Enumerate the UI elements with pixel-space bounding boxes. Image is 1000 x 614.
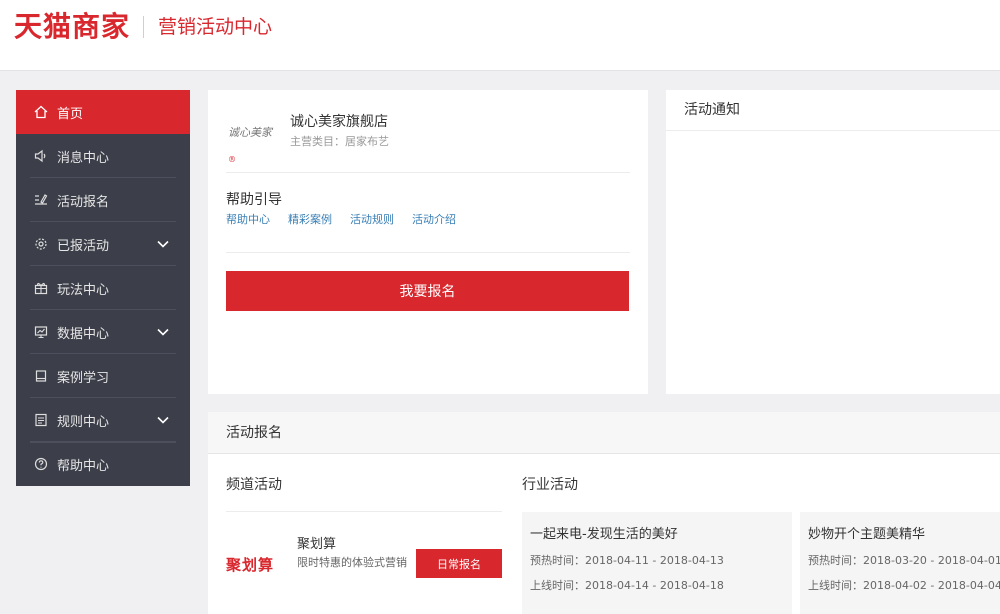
help-link-cases[interactable]: 精彩案例 <box>288 211 332 227</box>
sidebar-item-label: 玩法中心 <box>57 282 110 298</box>
sidebar-item-label: 首页 <box>57 106 84 122</box>
sidebar-item-data-center[interactable]: 数据中心 <box>16 310 190 354</box>
sidebar-item-label: 消息中心 <box>57 150 110 166</box>
channel-description: 限时特惠的体验式营销 <box>297 556 407 569</box>
divider <box>226 172 630 173</box>
header-divider <box>143 16 144 38</box>
chevron-down-icon[interactable] <box>156 413 170 427</box>
online-time: 上线时间：2018-04-14 - 2018-04-18 <box>530 579 724 592</box>
notice-panel: 活动通知 <box>666 90 1000 394</box>
sidebar-item-label: 已报活动 <box>57 238 110 254</box>
juhuasuan-logo: 聚划算 <box>226 556 275 574</box>
sidebar-item-label: 数据中心 <box>57 326 110 342</box>
activity-section: 频道活动 聚划算 聚划算 限时特惠的体验式营销 日常报名 行业活动 一起来电-发… <box>208 454 1000 614</box>
store-category: 主营类目：居家布艺 <box>290 135 389 148</box>
help-guide-title: 帮助引导 <box>226 192 282 208</box>
sidebar-item-help-center[interactable]: 帮助中心 <box>16 442 190 486</box>
store-logo-text: 诚心美家 <box>228 126 272 139</box>
question-icon <box>33 456 49 472</box>
sidebar-item-activity-signup[interactable]: 活动报名 <box>16 178 190 222</box>
preheat-time: 预热时间：2018-03-20 - 2018-04-01 <box>808 554 1000 567</box>
signup-button[interactable]: 我要报名 <box>226 271 629 311</box>
book-icon <box>33 368 49 384</box>
gear-icon <box>33 236 49 252</box>
channel-activities-title: 频道活动 <box>226 477 282 493</box>
industry-activities-title: 行业活动 <box>522 477 578 493</box>
help-link-help-center[interactable]: 帮助中心 <box>226 211 270 227</box>
divider <box>226 511 502 512</box>
document-icon <box>33 412 49 428</box>
activity-section-title: 活动报名 <box>208 412 1000 454</box>
sidebar-divider <box>30 442 176 443</box>
monitor-icon <box>33 324 49 340</box>
sidebar-item-home[interactable]: 首页 <box>16 90 190 134</box>
tmall-merchant-logo[interactable]: 天猫商家 <box>14 10 130 44</box>
store-name: 诚心美家旗舰店 <box>290 114 388 130</box>
home-icon <box>33 104 49 120</box>
sidebar-item-label: 规则中心 <box>57 414 110 430</box>
sidebar-item-label: 帮助中心 <box>57 458 110 474</box>
sidebar-item-rules-center[interactable]: 规则中心 <box>16 398 190 442</box>
sidebar-item-case-study[interactable]: 案例学习 <box>16 354 190 398</box>
chevron-down-icon[interactable] <box>156 237 170 251</box>
sidebar-item-label: 活动报名 <box>57 194 110 210</box>
sidebar-item-gameplay-center[interactable]: 玩法中心 <box>16 266 190 310</box>
chevron-down-icon[interactable] <box>156 325 170 339</box>
page-title: 营销活动中心 <box>158 16 273 38</box>
activity-card-title: 一起来电-发现生活的美好 <box>530 527 678 542</box>
sidebar-item-registered-activities[interactable]: 已报活动 <box>16 222 190 266</box>
divider <box>226 252 630 253</box>
daily-signup-button[interactable]: 日常报名 <box>416 549 502 578</box>
sidebar-item-label: 案例学习 <box>57 370 110 386</box>
online-time: 上线时间：2018-04-02 - 2018-04-04 <box>808 579 1000 592</box>
edit-list-icon <box>33 192 49 208</box>
channel-name: 聚划算 <box>297 537 337 552</box>
industry-activity-card[interactable]: 妙物开个主题美精华 预热时间：2018-03-20 - 2018-04-01 上… <box>800 512 1000 614</box>
preheat-time: 预热时间：2018-04-11 - 2018-04-13 <box>530 554 724 567</box>
sidebar-item-messages[interactable]: 消息中心 <box>16 134 190 178</box>
top-bar: 天猫商家 营销活动中心 <box>0 0 1000 71</box>
help-link-rules[interactable]: 活动规则 <box>350 211 394 227</box>
industry-activity-card[interactable]: 一起来电-发现生活的美好 预热时间：2018-04-11 - 2018-04-1… <box>522 512 792 614</box>
notice-title: 活动通知 <box>666 90 1000 131</box>
store-logo: 诚心美家 ® <box>228 120 272 164</box>
gift-icon <box>33 280 49 296</box>
store-panel: 诚心美家 ® 诚心美家旗舰店 主营类目：居家布艺 帮助引导 帮助中心 精彩案例 活… <box>208 90 648 394</box>
help-link-intro[interactable]: 活动介绍 <box>412 211 456 227</box>
activity-card-title: 妙物开个主题美精华 <box>808 527 926 542</box>
store-logo-mark: ® <box>228 155 236 164</box>
help-links: 帮助中心 精彩案例 活动规则 活动介绍 <box>226 211 456 227</box>
speaker-icon <box>33 148 49 164</box>
sidebar: 首页 消息中心 活动报名 已报活动 玩法中心 数据中心 案例学习 规则中心 帮助… <box>16 90 190 486</box>
